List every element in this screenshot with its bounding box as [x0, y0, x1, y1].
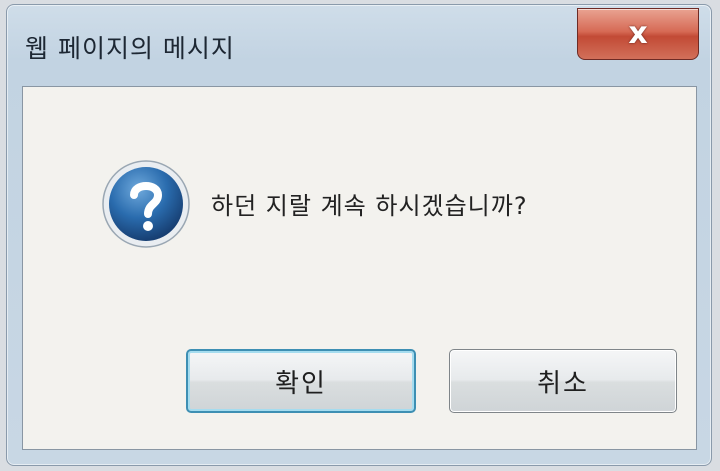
- cancel-button[interactable]: 취소: [449, 349, 677, 413]
- dialog-window: 웹 페이지의 메시지 x 하던 지랄 계속 하시겠습니까? 확인 취소: [6, 4, 712, 466]
- dialog-message: 하던 지랄 계속 하시겠습니까?: [211, 192, 528, 220]
- dialog-title: 웹 페이지의 메시지: [25, 34, 235, 63]
- ok-button[interactable]: 확인: [186, 349, 416, 413]
- question-icon: [102, 160, 190, 248]
- dialog-content: 하던 지랄 계속 하시겠습니까? 확인 취소: [22, 86, 697, 450]
- close-button[interactable]: x: [577, 8, 699, 60]
- close-icon: x: [628, 16, 648, 51]
